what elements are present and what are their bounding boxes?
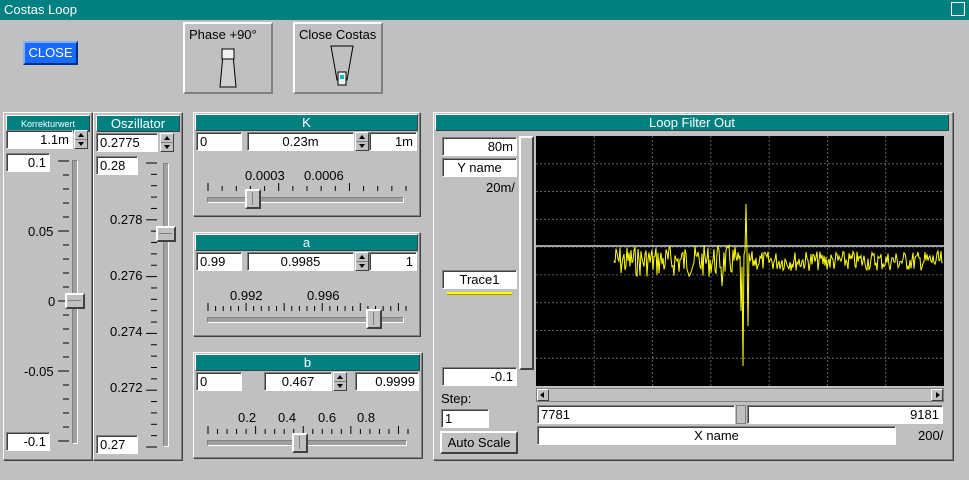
k-value-field[interactable]: 0.23m [247, 132, 354, 151]
scroll-right-arrow-icon[interactable] [931, 389, 943, 401]
graph-x-range-divider[interactable] [736, 405, 746, 424]
close-button-label: CLOSE [28, 45, 73, 60]
graph-step-label: Step: [441, 391, 472, 406]
k-title: K [302, 115, 311, 130]
graph-vertical-scrollbar[interactable] [519, 136, 534, 386]
korrektur-tick-label: 0.05 [28, 224, 54, 239]
b-slider-thumb[interactable] [292, 433, 308, 453]
oszillator-min-field[interactable]: 0.27 [96, 435, 138, 454]
k-slider-track[interactable] [207, 197, 404, 203]
a-slider-thumb[interactable] [366, 309, 382, 329]
k-header: K [195, 114, 418, 131]
oszillator-slider-thumb[interactable] [156, 226, 176, 242]
oszillator-value-field[interactable]: 0.2775 [96, 133, 158, 152]
oszillator-spinner[interactable] [160, 133, 174, 152]
auto-scale-button[interactable]: Auto Scale [440, 431, 518, 454]
a-tick-label: 0.992 [230, 288, 263, 303]
k-tick-label: 0.0003 [245, 168, 285, 183]
window-title: Costas Loop [4, 2, 77, 17]
k-scale-ticks [207, 183, 407, 191]
oszillator-max-field[interactable]: 0.28 [96, 156, 138, 175]
b-header: b [195, 354, 420, 371]
window-close-box[interactable] [951, 2, 965, 16]
scroll-left-arrow-icon[interactable] [537, 389, 549, 401]
oszillator-tick-label: 0.278 [110, 212, 143, 227]
a-value-field[interactable]: 0.9985 [247, 252, 354, 271]
a-title: a [302, 235, 311, 250]
window-title-bar: Costas Loop [0, 0, 969, 20]
oszillator-scale-ticks [146, 162, 157, 448]
korrektur-spinner[interactable] [74, 130, 88, 149]
graph-horizontal-scrollbar[interactable] [536, 388, 944, 402]
graph-y-max-field[interactable]: 80m [442, 137, 517, 156]
oszillator-tick-label: 0.276 [110, 268, 143, 283]
graph-trace-name-field[interactable]: Trace1 [442, 270, 517, 289]
oszillator-tick-label: 0.272 [110, 380, 143, 395]
phase-toggle-icon[interactable] [216, 48, 240, 88]
close-costas-switch-frame: Close Costas [293, 22, 383, 94]
graph-step-field[interactable]: 1 [441, 409, 489, 428]
b-tick-label: 0.8 [357, 410, 376, 425]
a-spinner[interactable] [355, 252, 369, 271]
korrektur-slider-thumb[interactable] [65, 293, 85, 309]
graph-x-name-field[interactable]: X name [537, 426, 896, 445]
graph-y-min-field[interactable]: -0.1 [442, 367, 517, 386]
oszillator-header: Oszillator [96, 115, 180, 132]
korrektur-tick-label: 0 [48, 294, 56, 309]
oszillator-tick-label: 0.274 [110, 324, 143, 339]
graph-x-min-field[interactable]: 7781 [537, 405, 735, 424]
graph-x-division: 200/ [918, 428, 944, 443]
graph-header: Loop Filter Out [435, 114, 949, 131]
close-costas-switch-label: Close Costas [299, 27, 377, 42]
graph-y-division: 20m/ [486, 180, 515, 195]
phase-switch-frame: Phase +90° [183, 22, 273, 94]
close-costas-toggle-icon[interactable] [330, 44, 354, 88]
b-scale-ticks [207, 426, 409, 434]
auto-scale-label: Auto Scale [447, 435, 511, 450]
korrektur-min-field[interactable]: -0.1 [6, 432, 50, 451]
k-slider-thumb[interactable] [245, 189, 261, 209]
korrektur-title: Korrekturwert [20, 119, 75, 129]
oszillator-slider-track[interactable] [163, 163, 169, 447]
k-min-field[interactable]: 0 [196, 132, 242, 151]
b-value-field[interactable]: 0.467 [264, 372, 332, 391]
graph-y-name-field[interactable]: Y name [442, 158, 517, 177]
korrektur-max-field[interactable]: 0.1 [6, 153, 50, 172]
k-spinner[interactable] [355, 132, 369, 151]
korrektur-value-field[interactable]: 1.1m [6, 130, 73, 149]
b-title: b [303, 355, 312, 370]
phase-switch-label: Phase +90° [189, 27, 257, 42]
k-tick-label: 0.0006 [304, 168, 344, 183]
b-tick-label: 0.4 [278, 410, 297, 425]
k-max-field[interactable]: 1m [369, 132, 417, 151]
a-tick-label: 0.996 [307, 288, 340, 303]
graph-vscroll-thumb[interactable] [519, 136, 534, 370]
a-header: a [195, 234, 418, 251]
b-max-field[interactable]: 0.9999 [355, 372, 419, 391]
b-spinner[interactable] [333, 372, 347, 391]
korrektur-tick-label: -0.05 [24, 364, 54, 379]
b-tick-label: 0.2 [238, 410, 257, 425]
oszillator-title: Oszillator [110, 116, 166, 131]
b-min-field[interactable]: 0 [196, 372, 242, 391]
b-tick-label: 0.6 [318, 410, 337, 425]
graph-title: Loop Filter Out [649, 115, 735, 130]
a-max-field[interactable]: 1 [369, 252, 417, 271]
graph-trace-legend-line [447, 292, 512, 295]
graph-plot-area[interactable] [536, 136, 944, 386]
graph-x-max-field[interactable]: 9181 [747, 405, 943, 424]
close-button[interactable]: CLOSE [23, 41, 78, 65]
a-min-field[interactable]: 0.99 [196, 252, 242, 271]
